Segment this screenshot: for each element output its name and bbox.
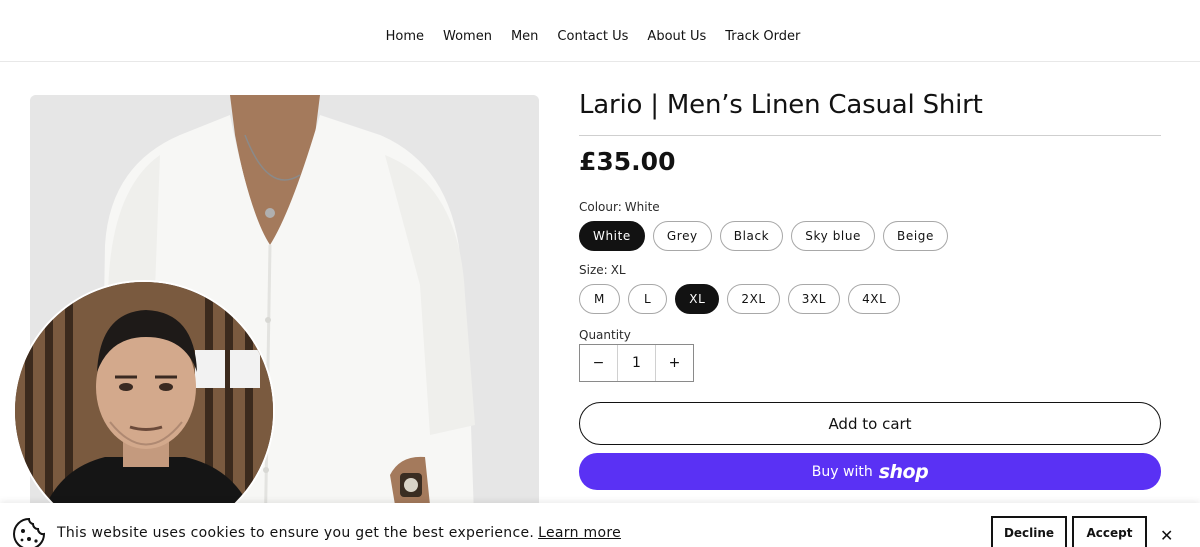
product-title: Lario | Men’s Linen Casual Shirt bbox=[579, 90, 983, 120]
nav-women[interactable]: Women bbox=[443, 29, 492, 44]
accept-button[interactable]: Accept bbox=[1072, 516, 1147, 547]
size-selected-value: XL bbox=[610, 263, 626, 277]
colour-selected-value: White bbox=[624, 200, 660, 214]
cookie-icon bbox=[13, 517, 46, 547]
decline-button[interactable]: Decline bbox=[991, 516, 1067, 547]
size-options: M L XL 2XL 3XL 4XL bbox=[579, 284, 901, 314]
size-option-4xl[interactable]: 4XL bbox=[848, 284, 901, 314]
colour-option-beige[interactable]: Beige bbox=[883, 221, 948, 251]
colour-option-white[interactable]: White bbox=[579, 221, 645, 251]
quantity-decrease-button[interactable]: − bbox=[580, 345, 617, 381]
size-option-3xl[interactable]: 3XL bbox=[787, 284, 841, 314]
cookie-banner: This website uses cookies to ensure you … bbox=[0, 503, 1200, 547]
nav-men[interactable]: Men bbox=[511, 29, 538, 44]
close-icon[interactable]: ✕ bbox=[1160, 526, 1173, 545]
title-divider bbox=[579, 135, 1161, 136]
nav-about-us[interactable]: About Us bbox=[647, 29, 706, 44]
cookie-message: This website uses cookies to ensure you … bbox=[57, 525, 621, 541]
cookie-message-text: This website uses cookies to ensure you … bbox=[57, 525, 535, 541]
colour-label: Colour: White bbox=[579, 200, 660, 214]
quantity-label: Quantity bbox=[579, 328, 631, 342]
colour-label-text: Colour: bbox=[579, 200, 622, 214]
quantity-stepper: − 1 + bbox=[579, 344, 694, 382]
product-price: £35.00 bbox=[579, 147, 676, 176]
colour-option-grey[interactable]: Grey bbox=[652, 221, 712, 251]
nav-track-order[interactable]: Track Order bbox=[725, 29, 800, 44]
size-label-text: Size: bbox=[579, 263, 608, 277]
quantity-input[interactable]: 1 bbox=[617, 345, 656, 381]
main-nav: Home Women Men Contact Us About Us Track… bbox=[0, 0, 1200, 62]
colour-options: White Grey Black Sky blue Beige bbox=[579, 221, 948, 251]
size-label: Size: XL bbox=[579, 263, 626, 277]
size-option-m[interactable]: M bbox=[579, 284, 620, 314]
size-option-l[interactable]: L bbox=[627, 284, 668, 314]
buy-with-shop-button[interactable]: Buy with shop bbox=[579, 453, 1161, 490]
buy-with-label: Buy with bbox=[811, 463, 873, 480]
size-option-xl[interactable]: XL bbox=[675, 284, 720, 314]
add-to-cart-button[interactable]: Add to cart bbox=[579, 402, 1161, 445]
colour-option-sky-blue[interactable]: Sky blue bbox=[791, 221, 876, 251]
learn-more-link[interactable]: Learn more bbox=[538, 525, 621, 541]
quantity-increase-button[interactable]: + bbox=[656, 345, 693, 381]
nav-contact-us[interactable]: Contact Us bbox=[557, 29, 628, 44]
nav-home[interactable]: Home bbox=[386, 29, 424, 44]
shop-logo: shop bbox=[878, 460, 929, 483]
colour-option-black[interactable]: Black bbox=[719, 221, 784, 251]
size-option-2xl[interactable]: 2XL bbox=[727, 284, 780, 314]
